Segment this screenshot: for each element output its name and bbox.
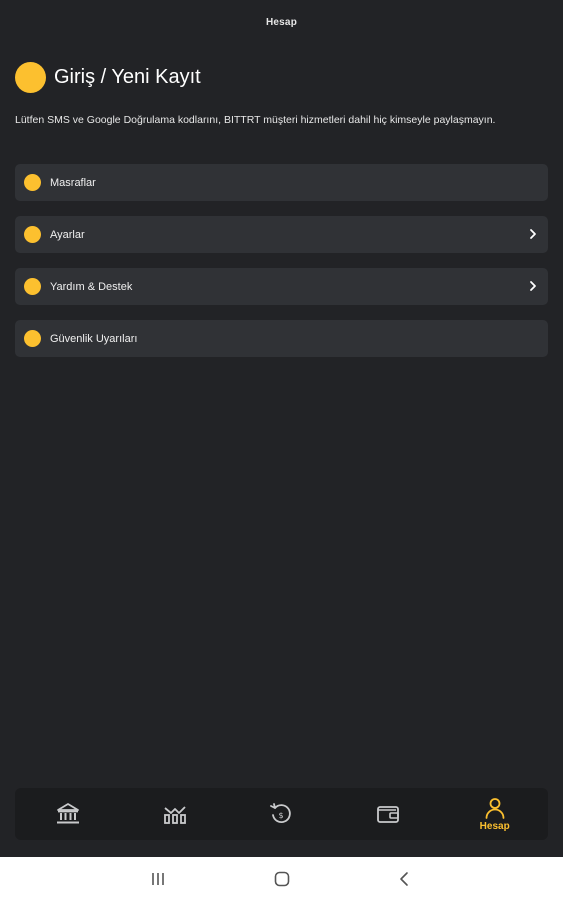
bottom-nav: $ Hesap [15,788,548,840]
chevron-right-icon [530,229,536,239]
top-bar: Hesap [0,0,563,44]
chevron-right-icon [530,281,536,291]
menu-item-label: Masraflar [50,176,96,189]
nav-item-markets[interactable] [145,788,205,840]
account-screen: Hesap Giriş / Yeni Kayıt Lütfen SMS ve G… [0,0,563,900]
account-menu: Masraflar Ayarlar Yardım & Destek Güvenl… [15,164,548,372]
nav-item-history[interactable]: $ [251,788,311,840]
settings-icon [24,226,41,243]
home-icon [274,871,290,887]
security-alert-icon [24,330,41,347]
history-icon: $ [270,803,292,824]
bank-icon [57,803,80,824]
menu-item-settings[interactable]: Ayarlar [15,216,548,253]
page-title: Hesap [265,16,297,28]
person-icon [485,798,505,819]
back-icon [400,872,408,886]
wallet-icon [377,806,399,823]
home-button[interactable] [271,868,293,890]
recent-apps-icon [152,873,164,885]
menu-item-help-support[interactable]: Yardım & Destek [15,268,548,305]
fees-icon [24,174,41,191]
security-notice: Lütfen SMS ve Google Doğrulama kodlarını… [15,114,496,126]
menu-item-label: Güvenlik Uyarıları [50,332,138,345]
recent-apps-button[interactable] [147,868,169,890]
nav-item-label: Hesap [479,821,510,832]
system-navigation-bar [0,857,563,900]
login-register-label: Giriş / Yeni Kayıt [54,65,201,88]
login-register-link[interactable]: Giriş / Yeni Kayıt [15,61,201,93]
nav-item-wallet[interactable] [358,788,418,840]
markets-icon [163,806,186,824]
menu-item-label: Ayarlar [50,228,85,241]
nav-item-account[interactable]: Hesap [465,788,525,840]
user-avatar-icon [15,61,46,93]
nav-item-bank[interactable] [38,788,98,840]
back-button[interactable] [394,868,416,890]
help-icon [24,278,41,295]
menu-item-security-alerts[interactable]: Güvenlik Uyarıları [15,320,548,357]
menu-item-label: Yardım & Destek [50,280,133,293]
menu-item-fees[interactable]: Masraflar [15,164,548,201]
svg-text:$: $ [279,811,284,820]
